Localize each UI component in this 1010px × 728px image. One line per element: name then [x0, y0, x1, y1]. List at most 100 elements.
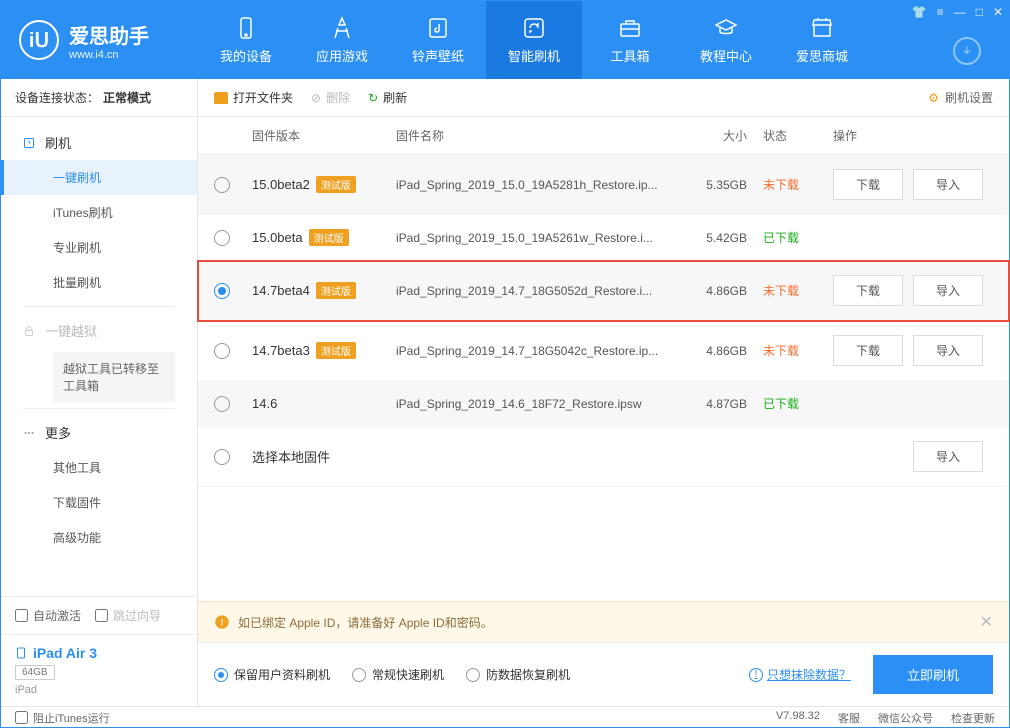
radio-select[interactable] [214, 396, 230, 412]
block-itunes-checkbox[interactable]: 阻止iTunes运行 [15, 710, 110, 726]
nav-flash[interactable]: 智能刷机 [486, 1, 582, 79]
download-button[interactable]: 下载 [833, 169, 903, 200]
delete-icon: ⊘ [311, 91, 321, 105]
th-status: 状态 [763, 127, 833, 144]
sidebar-item-itunes[interactable]: iTunes刷机 [1, 195, 197, 230]
device-storage: 64GB [15, 665, 55, 680]
graduation-icon [714, 16, 738, 40]
tablet-icon [15, 645, 27, 661]
firmware-row[interactable]: 15.0beta测试版 iPad_Spring_2019_15.0_19A526… [198, 215, 1009, 261]
nav-apps[interactable]: 应用游戏 [294, 1, 390, 79]
firmware-name: iPad_Spring_2019_15.0_19A5261w_Restore.i… [396, 231, 693, 245]
nav-toolbox[interactable]: 工具箱 [582, 1, 678, 79]
win-minimize-icon[interactable]: — [954, 5, 966, 19]
warning-icon: ! [214, 614, 230, 630]
firmware-status: 未下载 [763, 176, 833, 193]
delete-button[interactable]: ⊘删除 [311, 89, 350, 106]
device-info: iPad Air 3 64GB iPad [1, 634, 197, 706]
store-icon [810, 16, 834, 40]
firmware-name: iPad_Spring_2019_15.0_19A5281h_Restore.i… [396, 178, 693, 192]
apple-id-info: ! 如已绑定 Apple ID，请准备好 Apple ID和密码。 ✕ [198, 601, 1009, 642]
win-tshirt-icon[interactable]: 👕 [912, 5, 927, 19]
app-name: 爱思助手 [69, 20, 149, 49]
folder-icon [214, 92, 228, 104]
check-update-link[interactable]: 检查更新 [951, 710, 995, 726]
download-circle-icon[interactable] [953, 37, 981, 65]
firmware-size: 5.35GB [693, 178, 763, 192]
sidebar-item-pro[interactable]: 专业刷机 [1, 230, 197, 265]
jailbreak-note: 越狱工具已转移至工具箱 [53, 352, 175, 402]
import-button[interactable]: 导入 [913, 169, 983, 200]
import-local-button[interactable]: 导入 [913, 441, 983, 472]
open-folder-button[interactable]: 打开文件夹 [214, 89, 293, 106]
flash-now-button[interactable]: 立即刷机 [873, 655, 993, 694]
gear-icon: ⚙ [928, 91, 939, 105]
opt-anti-recover[interactable]: 防数据恢复刷机 [466, 666, 570, 683]
svg-text:!: ! [220, 617, 223, 627]
refresh-icon [522, 16, 546, 40]
th-name: 固件名称 [396, 127, 693, 144]
nav-tutorial[interactable]: 教程中心 [678, 1, 774, 79]
logo-area: iᑌ 爱思助手 www.i4.cn [1, 1, 198, 79]
local-firmware-row[interactable]: 选择本地固件 导入 [198, 427, 1009, 487]
status-bar: 阻止iTunes运行 V7.98.32 客服 微信公众号 检查更新 [1, 706, 1009, 728]
download-button[interactable]: 下载 [833, 335, 903, 366]
sidebar: 设备连接状态：正常模式 刷机 一键刷机 iTunes刷机 专业刷机 批量刷机 一… [1, 79, 198, 706]
erase-data-link[interactable]: !只想抹除数据？ [749, 666, 851, 683]
sidebar-flash-title[interactable]: 刷机 [1, 125, 197, 160]
beta-tag: 测试版 [309, 229, 349, 246]
phone-icon [234, 16, 258, 40]
wechat-link[interactable]: 微信公众号 [878, 710, 933, 726]
download-button[interactable]: 下载 [833, 275, 903, 306]
firmware-row[interactable]: 14.6 iPad_Spring_2019_14.6_18F72_Restore… [198, 381, 1009, 427]
info-close-icon[interactable]: ✕ [980, 612, 993, 632]
win-maximize-icon[interactable]: □ [976, 5, 983, 19]
device-type: iPad [15, 684, 183, 696]
firmware-row[interactable]: 14.7beta4测试版 iPad_Spring_2019_14.7_18G50… [198, 261, 1009, 321]
firmware-row[interactable]: 15.0beta2测试版 iPad_Spring_2019_15.0_19A52… [198, 155, 1009, 215]
app-logo-icon: iᑌ [19, 20, 59, 60]
firmware-name: iPad_Spring_2019_14.7_18G5042c_Restore.i… [396, 344, 693, 358]
device-name[interactable]: iPad Air 3 [15, 645, 183, 661]
firmware-status: 未下载 [763, 342, 833, 359]
firmware-size: 4.86GB [693, 284, 763, 298]
opt-normal[interactable]: 常规快速刷机 [352, 666, 444, 683]
version-label: V7.98.32 [776, 710, 820, 726]
sidebar-item-advanced[interactable]: 高级功能 [1, 520, 197, 555]
sidebar-item-other[interactable]: 其他工具 [1, 450, 197, 485]
sidebar-item-onekey[interactable]: 一键刷机 [1, 160, 197, 195]
info-icon: ! [749, 668, 763, 682]
radio-select[interactable] [214, 283, 230, 299]
radio-local[interactable] [214, 449, 230, 465]
opt-keep-data[interactable]: 保留用户资料刷机 [214, 666, 330, 683]
beta-tag: 测试版 [316, 342, 356, 359]
app-header: iᑌ 爱思助手 www.i4.cn 我的设备 应用游戏 铃声壁纸 智能刷机 工具… [1, 1, 1009, 79]
auto-activate-checkbox[interactable]: 自动激活 [15, 607, 81, 624]
radio-select[interactable] [214, 230, 230, 246]
win-menu-icon[interactable]: ≡ [937, 5, 944, 19]
nav-my-device[interactable]: 我的设备 [198, 1, 294, 79]
nav-store[interactable]: 爱思商城 [774, 1, 870, 79]
import-button[interactable]: 导入 [913, 275, 983, 306]
sidebar-item-batch[interactable]: 批量刷机 [1, 265, 197, 300]
nav-ringtone[interactable]: 铃声壁纸 [390, 1, 486, 79]
refresh-icon: ↻ [368, 91, 378, 105]
radio-select[interactable] [214, 177, 230, 193]
win-close-icon[interactable]: ✕ [993, 5, 1003, 19]
flash-settings-button[interactable]: ⚙刷机设置 [928, 89, 993, 106]
firmware-name: iPad_Spring_2019_14.6_18F72_Restore.ipsw [396, 397, 693, 411]
toolbar: 打开文件夹 ⊘删除 ↻刷新 ⚙刷机设置 [198, 79, 1009, 117]
import-button[interactable]: 导入 [913, 335, 983, 366]
radio-select[interactable] [214, 343, 230, 359]
refresh-button[interactable]: ↻刷新 [368, 89, 407, 106]
firmware-row[interactable]: 14.7beta3测试版 iPad_Spring_2019_14.7_18G50… [198, 321, 1009, 381]
sidebar-more-title[interactable]: 更多 [1, 415, 197, 450]
sidebar-jailbreak-title: 一键越狱 [1, 313, 197, 348]
main-panel: 打开文件夹 ⊘删除 ↻刷新 ⚙刷机设置 固件版本 固件名称 大小 状态 操作 1… [198, 79, 1009, 706]
music-icon [426, 16, 450, 40]
skip-guide-checkbox[interactable]: 跳过向导 [95, 607, 161, 624]
firmware-status: 已下载 [763, 395, 833, 412]
service-link[interactable]: 客服 [838, 710, 860, 726]
sidebar-item-download-fw[interactable]: 下载固件 [1, 485, 197, 520]
beta-tag: 测试版 [316, 176, 356, 193]
